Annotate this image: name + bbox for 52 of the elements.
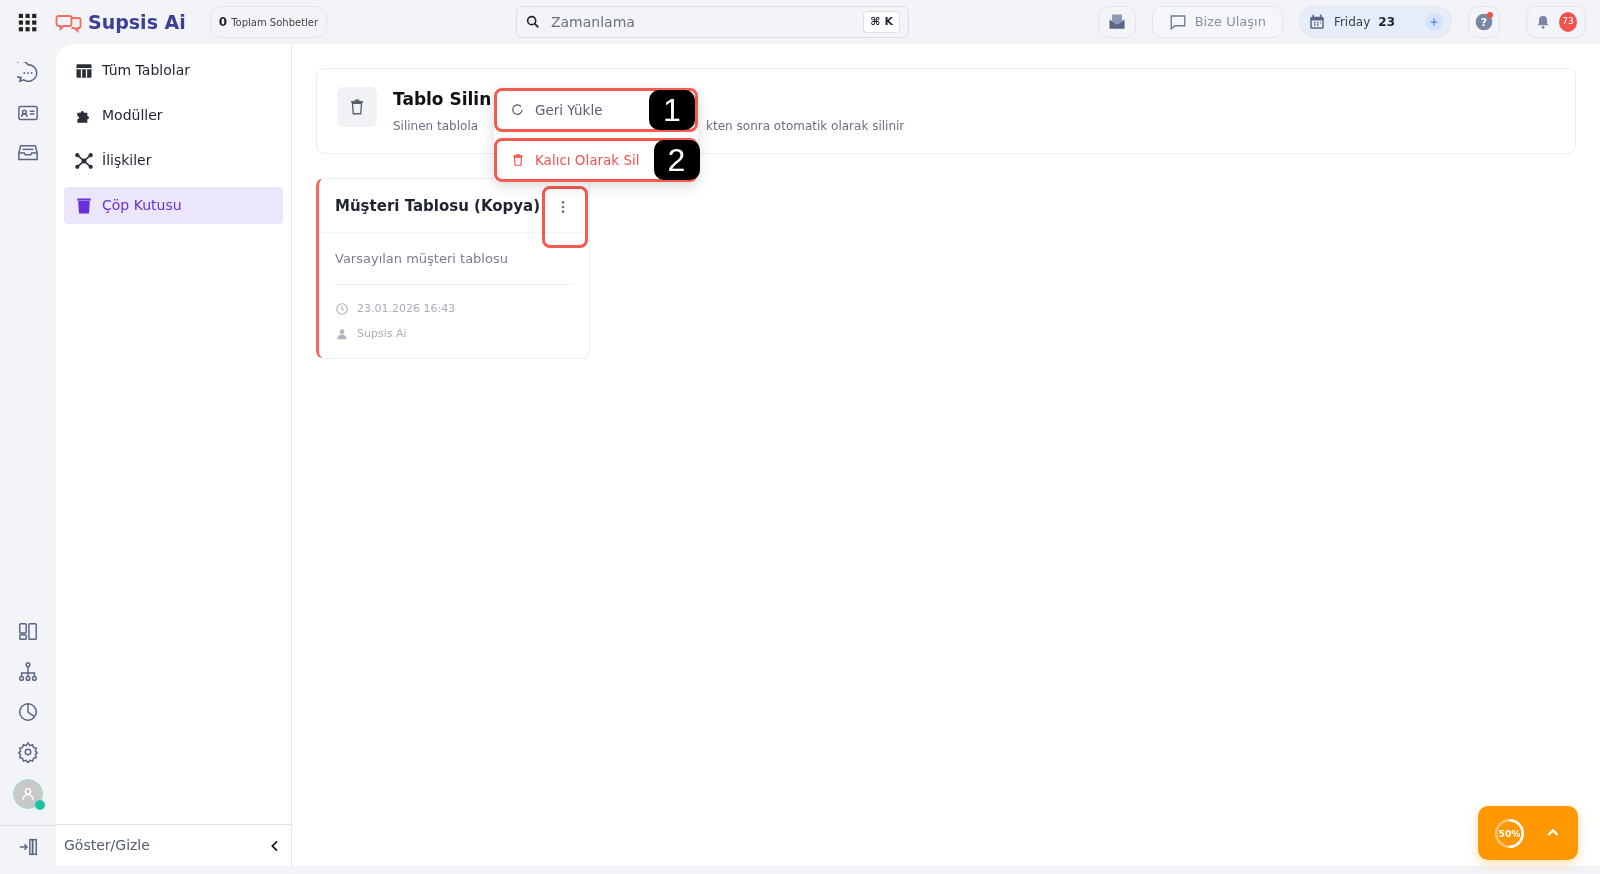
trash-icon [348,98,366,116]
plus-icon [1428,16,1440,28]
calendar-icon [1307,13,1326,31]
refresh-icon [511,103,525,117]
card-title: Müşteri Tablosu (Kopya) [335,195,541,217]
sidebar-item[interactable]: Tüm Tablolar [64,52,283,89]
chat-count: 0 [218,14,228,31]
hierarchy-icon [17,660,39,683]
sidebar-item[interactable]: İlişkiler [64,142,283,179]
step-number: 2 [653,140,700,180]
person-icon [335,326,349,341]
sidebar-item[interactable]: Çöp Kutusu [64,187,283,224]
chat-bubble-icon [1168,13,1187,31]
info-text: kten sonra otomatik olarak silinir [706,117,905,135]
relation-icon [74,150,94,171]
settings-icon [17,740,39,763]
shortcut-key: ⌘ K [863,10,900,34]
pie-chart-icon [17,700,39,723]
help-button[interactable]: ? [1468,6,1500,38]
search-input[interactable]: Zamanlama [548,10,856,34]
info-title: Tablo Silin [393,88,492,111]
chat-count-label: Toplam Sohbetler [231,15,319,30]
sidebar-item[interactable]: Modüller [64,97,283,134]
notification-count: 73 [1559,12,1577,32]
menu-item[interactable]: Geri Yükle [497,91,649,129]
card-date: 23.01.2026 16:43 [357,301,456,317]
notifications-button[interactable]: 73 [1526,6,1586,38]
hierarchy-button[interactable] [17,659,39,683]
trash-icon [511,153,525,167]
app-grid-icon [18,12,38,33]
inbox-button[interactable] [1097,6,1136,38]
table-card[interactable]: Müşteri Tablosu (Kopya) Varsayılan müşteri tablosu 23.01.2026 16:43 Supsis Ai [316,177,590,359]
chat-button[interactable] [17,60,39,84]
info-text: Silinen tablola [393,117,479,135]
progress-ring: 50% [1494,818,1524,848]
settings-button[interactable] [17,739,39,763]
sidebar-toggle-label: Göster/Gizle [64,836,150,855]
search-field[interactable]: Zamanlama ⌘ K [515,6,909,38]
online-dot [35,800,45,810]
step-number: 1 [649,90,695,130]
search-icon [524,14,541,30]
help-icon: ? [1474,12,1494,32]
date-number: 23 [1378,14,1395,31]
card-description: Varsayılan müşteri tablosu [335,248,573,285]
person-icon [20,786,36,802]
card-owner: Supsis Ai [357,325,407,342]
date-day: Friday [1333,13,1371,31]
chat-icon [17,61,39,84]
clock-icon [335,302,349,317]
brand-name: Supsis Ai [88,9,186,35]
menu-item[interactable]: Kalıcı Olarak Sil [497,141,654,179]
layout-icon [17,620,39,643]
